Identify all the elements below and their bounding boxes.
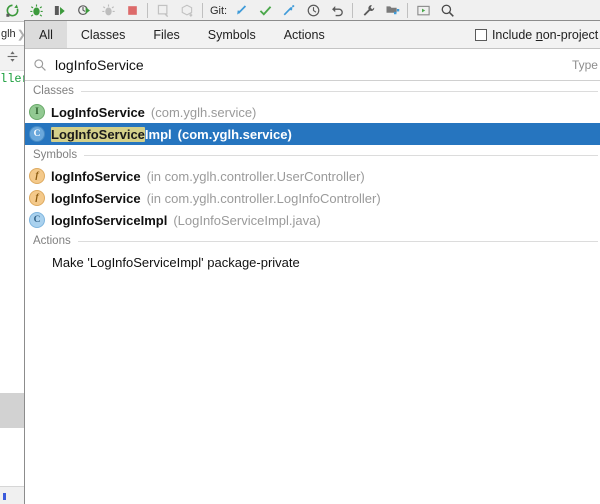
history-icon[interactable] <box>301 0 325 21</box>
result-row-loginfoservice-usercontroller[interactable]: f logInfoService (in com.yglh.controller… <box>25 165 600 187</box>
section-title-actions: Actions <box>33 235 71 247</box>
breadcrumb-package: glh <box>1 28 16 40</box>
action-label: Make 'LogInfoServiceImpl' package-privat… <box>52 254 300 270</box>
search-results-list[interactable]: Classes I LogInfoService (com.yglh.servi… <box>25 81 600 504</box>
section-divider <box>80 90 598 92</box>
run-with-coverage-icon[interactable] <box>48 0 72 21</box>
section-header-symbols: Symbols <box>25 145 600 165</box>
tab-classes-label: Classes <box>80 27 126 42</box>
search-field-row: Type / to <box>25 49 600 81</box>
toolbar-divider-2 <box>202 3 203 18</box>
result-name: LogInfoServiceImpl <box>51 126 172 142</box>
editor-scrollbar-track[interactable] <box>0 100 24 490</box>
label-part-after: on-project it <box>542 27 600 42</box>
result-name: logInfoServiceImpl <box>51 212 168 228</box>
result-row-loginfoservice-interface[interactable]: I LogInfoService (com.yglh.service) <box>25 101 600 123</box>
project-structure-icon[interactable] <box>380 0 404 21</box>
breadcrumb-separator-icon: ❯ <box>16 28 24 41</box>
result-row-loginfoservice-loginfocontroller[interactable]: f logInfoService (in com.yglh.controller… <box>25 187 600 209</box>
stop-icon[interactable] <box>120 0 144 21</box>
tab-files-label: Files <box>153 27 180 42</box>
result-name: logInfoService <box>51 168 141 184</box>
search-input[interactable] <box>55 56 572 73</box>
toolbar-divider-1 <box>147 3 148 18</box>
push-icon[interactable] <box>277 0 301 21</box>
rollback-icon[interactable] <box>325 0 349 21</box>
search-icon <box>25 58 55 72</box>
tab-actions[interactable]: Actions <box>270 21 339 48</box>
section-divider <box>84 154 598 156</box>
tab-actions-label: Actions <box>283 27 325 42</box>
tab-all[interactable]: All <box>25 21 67 48</box>
update-project-icon[interactable] <box>229 0 253 21</box>
checkbox-box-icon <box>474 28 487 41</box>
label-mnemonic: n <box>535 27 543 42</box>
class-icon: C <box>29 212 45 228</box>
result-location: (LogInfoServiceImpl.java) <box>173 212 321 228</box>
commit-icon[interactable] <box>253 0 277 21</box>
result-location: (in com.yglh.controller.LogInfoControlle… <box>146 190 381 206</box>
editor-scrollbar-thumb[interactable] <box>0 393 24 428</box>
breadcrumb: glh ❯ <box>0 23 24 46</box>
section-title-classes: Classes <box>33 85 74 97</box>
status-indicator <box>3 493 6 500</box>
git-label: Git: <box>210 4 228 17</box>
result-name: logInfoService <box>51 190 141 206</box>
result-name-suffix: Impl <box>144 126 172 142</box>
result-row-action-make-package-private[interactable]: Make 'LogInfoServiceImpl' package-privat… <box>25 251 600 273</box>
tab-symbols[interactable]: Symbols <box>194 21 270 48</box>
editor-gutter-collapse-all[interactable] <box>0 46 24 71</box>
search-hint-text: Type / to <box>571 57 600 72</box>
section-header-actions: Actions <box>25 231 600 251</box>
search-everywhere-tab-bar: All Classes Files Symbols Actions Includ… <box>25 21 600 49</box>
collapse-all-icon <box>6 50 19 66</box>
result-location: (in com.yglh.controller.UserController) <box>146 168 365 184</box>
select-in-icon[interactable] <box>411 0 435 21</box>
settings-icon[interactable] <box>356 0 380 21</box>
include-non-project-items-checkbox[interactable]: Include non-project it <box>474 21 600 48</box>
main-toolbar: Git: <box>0 0 600 22</box>
editor-text-fragment: ller <box>0 72 24 86</box>
section-header-classes: Classes <box>25 81 600 101</box>
result-location: (com.yglh.service) <box>177 126 292 142</box>
build-module-icon[interactable] <box>175 0 199 21</box>
toolbar-divider-4 <box>407 3 409 18</box>
build-project-icon[interactable] <box>151 0 175 21</box>
field-icon: f <box>29 168 45 184</box>
toolbar-divider-3 <box>352 3 354 18</box>
section-title-symbols: Symbols <box>33 149 78 161</box>
class-icon: C <box>29 126 45 142</box>
tab-bar-spacer <box>339 21 475 48</box>
result-location: (com.yglh.service) <box>150 104 257 120</box>
tab-files[interactable]: Files <box>139 21 193 48</box>
search-everywhere-popup: All Classes Files Symbols Actions Includ… <box>24 20 600 504</box>
tab-all-label: All <box>39 27 53 42</box>
profile-icon[interactable] <box>72 0 96 21</box>
field-icon: f <box>29 190 45 206</box>
label-part-before: Include <box>491 27 536 42</box>
rerun-icon[interactable] <box>0 0 24 21</box>
tab-symbols-label: Symbols <box>207 27 256 42</box>
match-highlight: LogInfoService <box>51 126 145 142</box>
result-row-loginfoserviceimpl-file[interactable]: C logInfoServiceImpl (LogInfoServiceImpl… <box>25 209 600 231</box>
result-name: LogInfoService <box>51 104 145 120</box>
section-divider <box>77 240 598 242</box>
interface-icon: I <box>29 104 45 120</box>
result-row-loginfoserviceimpl-class[interactable]: C LogInfoServiceImpl (com.yglh.service) <box>25 123 600 145</box>
search-everywhere-icon[interactable] <box>435 0 459 21</box>
attach-debugger-icon[interactable] <box>96 0 120 21</box>
status-bar <box>0 486 24 504</box>
tab-classes[interactable]: Classes <box>67 21 139 48</box>
debug-icon[interactable] <box>24 0 48 21</box>
include-non-project-label: Include non-project it <box>492 28 600 42</box>
